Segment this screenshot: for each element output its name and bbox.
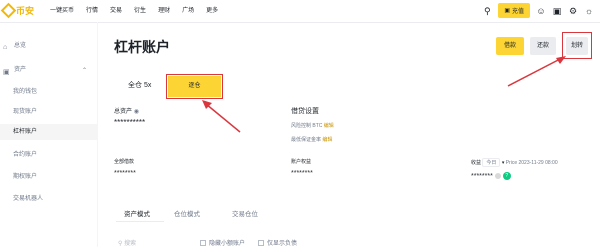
home-icon: ⌂ [3, 44, 8, 51]
risk-line-1-edit[interactable]: 编辑 [324, 123, 334, 129]
account-equity-label: 账户权益 [291, 159, 312, 165]
sidebar-item-label: 交易机器人 [13, 196, 44, 202]
sidebar-item-spot[interactable]: 现货账户 [0, 104, 97, 120]
user-icon[interactable]: ☺ [536, 6, 546, 16]
only-debt-checkbox[interactable]: 仅显示负债 [258, 238, 297, 247]
sidebar: ⌂ 总览 ▣ 资产 ⌃ 我的钱包 现货账户 杠杆账户 合约账户 期权账户 交易机… [0, 22, 98, 247]
risk-line-1-label: 风险控制 BTC [291, 123, 323, 129]
risk-line-2: 最低保证金率 编辑 [291, 136, 332, 143]
hide-small-label: 隐藏小额账户 [209, 241, 246, 247]
sidebar-item-options[interactable]: 期权账户 [0, 169, 97, 185]
search-placeholder: 搜索 [124, 241, 137, 247]
sidebar-item-margin[interactable]: 杠杆账户 [0, 124, 97, 140]
total-borrowed-value: ******** [114, 170, 136, 177]
search-icon[interactable]: ⚲ [482, 6, 492, 16]
deposit-top-button[interactable]: ▣ 充值 [498, 3, 530, 18]
total-borrowed-label: 全部借款 [114, 159, 135, 165]
top-bar: 币安 一键买币 行情 交易 衍生 理财 广场 更多 ⚲ ▣ 充值 ☺ ▣ ⚙ ☼ [0, 0, 600, 23]
risk-line-2-edit[interactable]: 编辑 [322, 137, 332, 143]
risk-line-1: 风险控制 BTC 编辑 [291, 122, 334, 129]
sidebar-item-label: 杠杆账户 [13, 129, 38, 135]
annotation-arrow [507, 56, 566, 87]
eye-icon[interactable]: ◉ [134, 109, 139, 115]
risk-settings-title: 借贷设置 [291, 108, 319, 115]
sidebar-item-bots[interactable]: 交易机器人 [0, 191, 97, 207]
sidebar-item-label: 资产 [14, 67, 27, 73]
hide-small-checkbox[interactable]: 隐藏小额账户 [200, 238, 245, 247]
pnl-value: ******** [471, 172, 493, 180]
only-debt-label: 仅显示负债 [267, 241, 298, 247]
total-assets-text: 总资产 [114, 109, 133, 115]
nav-item[interactable]: 衍生 [134, 5, 146, 14]
refresh-icon[interactable] [494, 173, 501, 179]
nav-item[interactable]: 交易 [110, 5, 122, 14]
chevron-down-icon[interactable]: ▾ [502, 160, 505, 166]
chevron-up-icon: ⌃ [81, 68, 87, 74]
page-title: 杠杆账户 [114, 39, 170, 55]
sidebar-item-label: 我的钱包 [13, 89, 38, 95]
nav-item[interactable]: 一键买币 [50, 5, 74, 14]
gear-icon[interactable]: ⚙ [568, 6, 578, 16]
total-assets-label: 总资产 ◉ [114, 106, 139, 115]
pnl-value-row: ******** ? [471, 172, 511, 180]
highlight-box [166, 74, 223, 99]
pnl-price-note: Price 2023-11-29 08:00 [505, 160, 558, 166]
sidebar-item-label: 现货账户 [13, 109, 38, 115]
logo-icon [0, 2, 17, 19]
brand-logo[interactable]: 币安 [0, 2, 35, 19]
nav-item[interactable]: 理财 [158, 5, 170, 14]
total-assets-value: ********** [114, 118, 146, 127]
nav-item[interactable]: 更多 [206, 5, 218, 14]
tab-cross-margin[interactable]: 全仓 5x [128, 80, 151, 90]
info-icon[interactable]: ? [502, 172, 511, 180]
wallet-icon: ▣ [504, 8, 510, 14]
sidebar-item-label: 期权账户 [13, 174, 38, 180]
deposit-top-label: 充值 [511, 9, 524, 15]
search-icon: ⚲ [118, 241, 123, 247]
tabs-divider [116, 221, 164, 222]
wallet-icon: ▣ [3, 69, 10, 76]
main-nav: 一键买币 行情 交易 衍生 理财 广场 更多 [50, 5, 230, 14]
pnl-row: 收益 今日 ▾ Price 2023-11-29 08:00 [471, 158, 558, 167]
sidebar-item-label: 合约账户 [13, 152, 38, 158]
pnl-period-select[interactable]: 今日 [482, 158, 501, 167]
sidebar-item-overview[interactable]: ⌂ 总览 [0, 40, 97, 56]
tab-trade-position[interactable]: 交易仓位 [232, 208, 258, 218]
nav-item[interactable]: 广场 [182, 5, 194, 14]
account-equity-value: ******** [291, 170, 313, 177]
annotation-arrow [202, 100, 241, 133]
brand-name: 币安 [16, 6, 35, 16]
pnl-label: 收益 [471, 160, 482, 166]
sidebar-item-wallet[interactable]: 我的钱包 [0, 84, 97, 100]
risk-line-2-label: 最低保证金率 [291, 137, 322, 143]
checkbox-box [258, 240, 264, 247]
wallet-menu-icon[interactable]: ▣ [552, 6, 562, 16]
checkbox-box [200, 240, 206, 247]
sidebar-item-label: 总览 [14, 43, 27, 49]
tab-asset-mode[interactable]: 资产模式 [124, 208, 150, 218]
top-right-actions: ⚲ ▣ 充值 ☺ ▣ ⚙ ☼ [482, 3, 594, 18]
sidebar-item-assets[interactable]: ▣ 资产 ⌃ [0, 64, 97, 80]
theme-toggle-icon[interactable]: ☼ [584, 6, 594, 16]
nav-item[interactable]: 行情 [86, 5, 98, 14]
sidebar-item-futures[interactable]: 合约账户 [0, 147, 97, 163]
search-input[interactable]: ⚲ 搜索 [118, 238, 136, 247]
tab-position-mode[interactable]: 仓位模式 [174, 208, 200, 218]
